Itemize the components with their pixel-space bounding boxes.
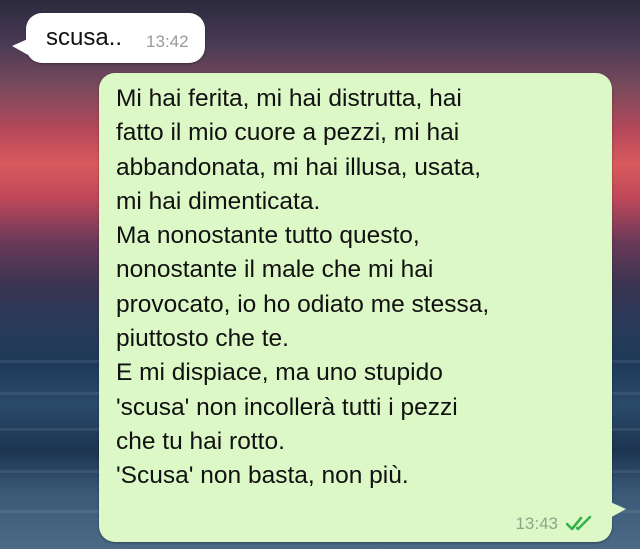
message-line: Ma nonostante tutto questo, [116,222,420,250]
bubble-tail [608,501,626,519]
message-line: nonostante il male che mi hai [116,256,434,284]
message-line: che tu hai rotto. [116,427,285,455]
bubble-tail [12,38,30,56]
double-check-icon [566,515,592,531]
message-line: provocato, io ho odiato me stessa, [116,290,490,318]
message-line: 'scusa' non incollerà tutti i pezzi [116,393,458,421]
message-line: fatto il mio cuore a pezzi, mi hai [116,119,460,147]
outgoing-message-bubble[interactable]: Mi hai ferita, mi hai distrutta, hai fat… [99,73,626,542]
message-line: Mi hai ferita, mi hai distrutta, hai [116,85,462,112]
outgoing-message-text: Mi hai ferita, mi hai distrutta, hai fat… [116,82,606,494]
incoming-message-text: scusa.. [46,24,123,51]
message-line: piuttosto che te. [116,325,289,353]
message-line: mi hai dimenticata. [116,187,321,215]
outgoing-message-time: 13:43 [515,514,558,533]
message-line: 'Scusa' non basta, non più. [116,462,409,490]
message-meta: 13:43 [515,514,596,534]
incoming-message-bubble[interactable]: scusa.. 13:42 [12,13,205,63]
message-line: E mi dispiace, ma uno stupido [116,359,443,387]
message-line: abbandonata, mi hai illusa, usata, [116,153,482,181]
chat-background: scusa.. 13:42 Mi hai ferita, mi hai dist… [0,0,640,549]
incoming-message-time: 13:42 [146,32,189,51]
